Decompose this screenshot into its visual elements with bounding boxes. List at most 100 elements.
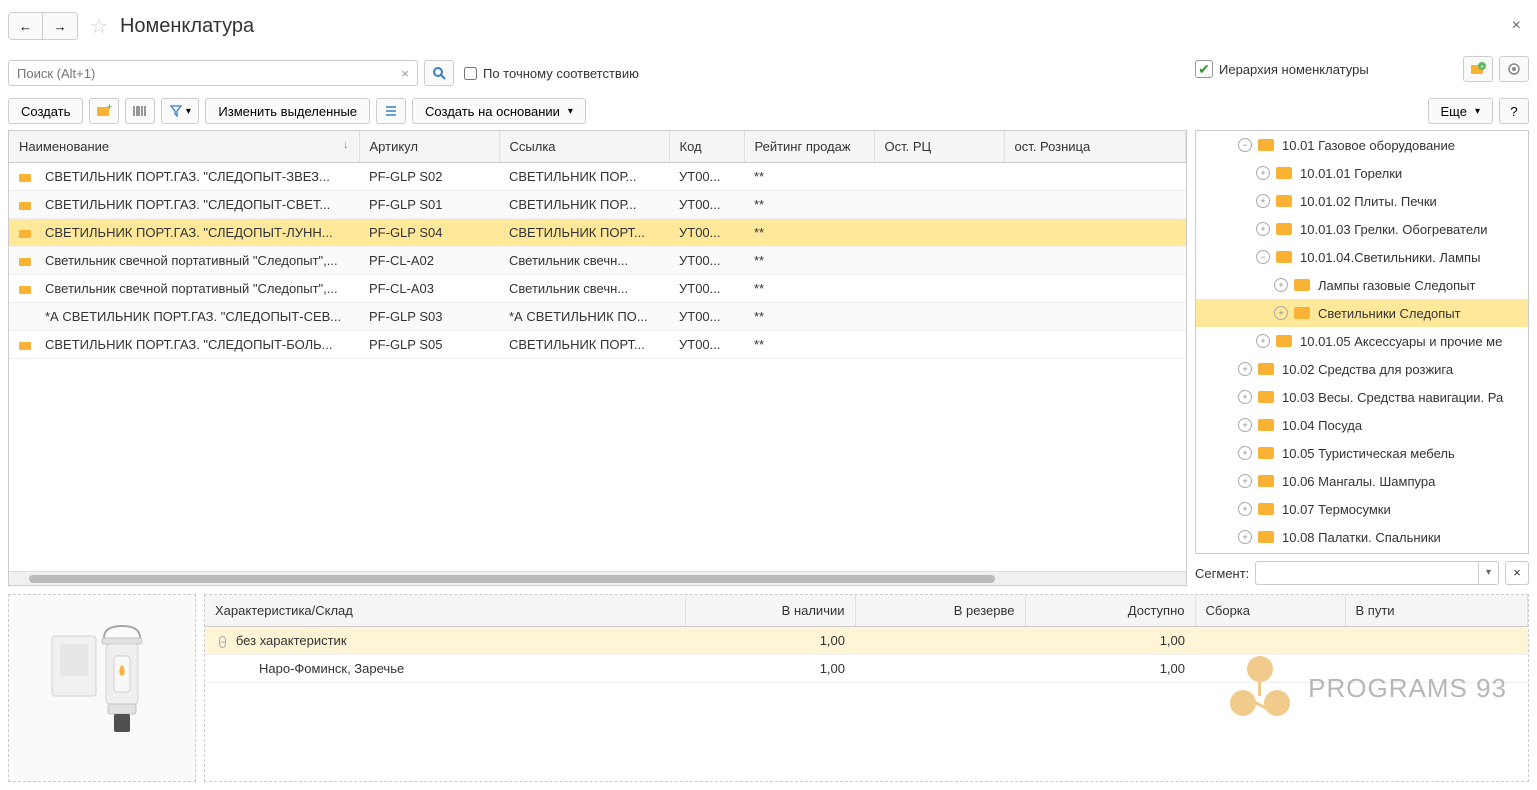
tree-toggle-icon[interactable]: +: [1256, 334, 1270, 348]
table-row[interactable]: Светильник свечной портативный "Следопыт…: [9, 275, 1186, 303]
col-rating[interactable]: Рейтинг продаж: [744, 131, 874, 163]
tree-node[interactable]: −10.01 Газовое оборудование: [1196, 131, 1528, 159]
exact-match-label: По точному соответствию: [483, 66, 639, 81]
tree-toggle-icon[interactable]: +: [1274, 306, 1288, 320]
col-article[interactable]: Артикул: [359, 131, 499, 163]
tree-toggle-icon[interactable]: −: [1256, 250, 1270, 264]
favorite-star-icon[interactable]: ☆: [90, 14, 108, 39]
table-row[interactable]: Светильник свечной портативный "Следопыт…: [9, 247, 1186, 275]
tree-node[interactable]: +10.01.03 Грелки. Обогреватели: [1196, 215, 1528, 243]
folder-icon: [1258, 475, 1274, 487]
tree-toggle-icon[interactable]: +: [1256, 194, 1270, 208]
tree-label: Лампы газовые Следопыт: [1318, 278, 1475, 293]
item-icon: [19, 174, 31, 182]
tree-node[interactable]: +10.03 Весы. Средства навигации. Ра: [1196, 383, 1528, 411]
table-row[interactable]: *А СВЕТИЛЬНИК ПОРТ.ГАЗ. "СЛЕДОПЫТ-СЕВ...…: [9, 303, 1186, 331]
close-button[interactable]: ×: [1504, 13, 1529, 39]
col-ost-retail[interactable]: ост. Розница: [1004, 131, 1186, 163]
folder-icon: [1258, 419, 1274, 431]
tree-node[interactable]: +10.05 Туристическая мебель: [1196, 439, 1528, 467]
table-row[interactable]: СВЕТИЛЬНИК ПОРТ.ГАЗ. "СЛЕДОПЫТ-СВЕТ...PF…: [9, 191, 1186, 219]
detail-row[interactable]: Наро-Фоминск, Заречье1,001,00: [205, 655, 1528, 683]
hierarchy-checkbox[interactable]: ✔: [1195, 60, 1213, 78]
dcol-char[interactable]: Характеристика/Склад: [205, 595, 685, 627]
nav-forward-button[interactable]: →: [43, 13, 77, 39]
tree-node[interactable]: + Светильники Следопыт: [1196, 299, 1528, 327]
tree-label: 10.04 Посуда: [1282, 418, 1362, 433]
tree-label: 10.01.04.Светильники. Лампы: [1300, 250, 1480, 265]
folder-icon: [1276, 223, 1292, 235]
tree-toggle-icon[interactable]: +: [1238, 474, 1252, 488]
detail-toggle-icon[interactable]: −: [219, 636, 226, 648]
segment-clear-button[interactable]: ×: [1505, 561, 1529, 585]
tree-node[interactable]: +10.06 Мангалы. Шампура: [1196, 467, 1528, 495]
search-clear-button[interactable]: ×: [393, 66, 417, 81]
tree-label: 10.06 Мангалы. Шампура: [1282, 474, 1435, 489]
segment-label: Сегмент:: [1195, 566, 1249, 581]
help-button[interactable]: ?: [1499, 98, 1529, 124]
tree-toggle-icon[interactable]: +: [1238, 502, 1252, 516]
col-link[interactable]: Ссылка: [499, 131, 669, 163]
main-table: Наименование↓ Артикул Ссылка Код Рейтинг…: [8, 130, 1187, 586]
tree-toggle-icon[interactable]: −: [1238, 138, 1252, 152]
detail-table: Характеристика/Склад В наличии В резерве…: [204, 594, 1529, 782]
tree-node[interactable]: +10.01.02 Плиты. Печки: [1196, 187, 1528, 215]
dcol-free[interactable]: Доступно: [1025, 595, 1195, 627]
table-row[interactable]: СВЕТИЛЬНИК ПОРТ.ГАЗ. "СЛЕДОПЫТ-ЗВЕЗ...PF…: [9, 163, 1186, 191]
tree-node[interactable]: +10.01.01 Горелки: [1196, 159, 1528, 187]
tree-toggle-icon[interactable]: +: [1238, 530, 1252, 544]
search-button[interactable]: [424, 60, 454, 86]
dcol-transit[interactable]: В пути: [1345, 595, 1528, 627]
table-row[interactable]: СВЕТИЛЬНИК ПОРТ.ГАЗ. "СЛЕДОПЫТ-ЛУНН...PF…: [9, 219, 1186, 247]
col-ost-rc[interactable]: Ост. РЦ: [874, 131, 1004, 163]
tree-toggle-icon[interactable]: +: [1238, 362, 1252, 376]
tree-settings-button[interactable]: [1499, 56, 1529, 82]
table-row[interactable]: СВЕТИЛЬНИК ПОРТ.ГАЗ. "СЛЕДОПЫТ-БОЛЬ...PF…: [9, 331, 1186, 359]
more-button[interactable]: Еще: [1428, 98, 1493, 124]
create-based-on-button[interactable]: Создать на основании: [412, 98, 586, 124]
create-button[interactable]: Создать: [8, 98, 83, 124]
tree-refresh-button[interactable]: +: [1463, 56, 1493, 82]
tree-node[interactable]: +10.04 Посуда: [1196, 411, 1528, 439]
tree-node[interactable]: +10.02 Средства для розжига: [1196, 355, 1528, 383]
list-view-button[interactable]: [376, 98, 406, 124]
segment-input[interactable]: ▾: [1255, 561, 1499, 585]
dcol-reserve[interactable]: В резерве: [855, 595, 1025, 627]
tree-node[interactable]: +10.01.05 Аксессуары и прочие ме: [1196, 327, 1528, 355]
detail-row[interactable]: − без характеристик1,001,00: [205, 627, 1528, 655]
segment-dropdown-button[interactable]: ▾: [1478, 562, 1498, 584]
folder-icon: [1258, 139, 1274, 151]
tree-node[interactable]: − 10.01.04.Светильники. Лампы: [1196, 243, 1528, 271]
col-code[interactable]: Код: [669, 131, 744, 163]
tree-label: 10.07 Термосумки: [1282, 502, 1391, 517]
tree-toggle-icon[interactable]: +: [1256, 166, 1270, 180]
dcol-assembly[interactable]: Сборка: [1195, 595, 1345, 627]
tree-toggle-icon[interactable]: +: [1238, 446, 1252, 460]
folder-icon: [1258, 391, 1274, 403]
tree-toggle-icon[interactable]: +: [1256, 222, 1270, 236]
col-name[interactable]: Наименование↓: [9, 131, 359, 163]
tree-label: Светильники Следопыт: [1318, 306, 1461, 321]
search-input[interactable]: [9, 66, 393, 81]
change-selected-button[interactable]: Изменить выделенные: [205, 98, 370, 124]
search-box: ×: [8, 60, 418, 86]
tree-toggle-icon[interactable]: +: [1238, 390, 1252, 404]
tree-toggle-icon[interactable]: +: [1238, 418, 1252, 432]
tree-node[interactable]: +10.07 Термосумки: [1196, 495, 1528, 523]
tree-node[interactable]: +10.08 Палатки. Спальники: [1196, 523, 1528, 551]
exact-match-checkbox[interactable]: [464, 67, 477, 80]
gear-icon: [1507, 62, 1521, 76]
barcode-button[interactable]: [125, 98, 155, 124]
filter-button[interactable]: [161, 98, 199, 124]
dcol-avail[interactable]: В наличии: [685, 595, 855, 627]
tree-label: 10.02 Средства для розжига: [1282, 362, 1453, 377]
tree-node[interactable]: +10.09 Наборы и средства для выжив: [1196, 551, 1528, 554]
tree-label: 10.03 Весы. Средства навигации. Ра: [1282, 390, 1503, 405]
create-group-button[interactable]: +: [89, 98, 119, 124]
item-icon: [19, 230, 31, 238]
nav-back-button[interactable]: ←: [9, 13, 43, 39]
tree-node[interactable]: + Лампы газовые Следопыт: [1196, 271, 1528, 299]
table-horizontal-scrollbar[interactable]: [9, 571, 1186, 585]
tree-label: 10.01.03 Грелки. Обогреватели: [1300, 222, 1487, 237]
tree-toggle-icon[interactable]: +: [1274, 278, 1288, 292]
